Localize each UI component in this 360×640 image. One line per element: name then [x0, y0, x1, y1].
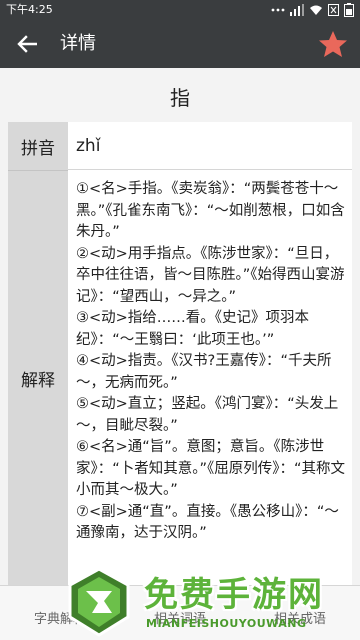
- pinyin-label: 拼音: [8, 122, 68, 171]
- definition-panel[interactable]: ①<名>手指。《卖炭翁》：“两鬓苍苍十～黑。”《孔雀东南飞》：“～如削葱根，口如…: [68, 171, 352, 585]
- page-title: 详情: [60, 33, 96, 54]
- bottom-tab-bar: 字典解释 相关词语 相关成语: [0, 585, 360, 640]
- favorite-button[interactable]: [316, 28, 350, 60]
- right-gutter: [352, 122, 360, 585]
- tab-related-idioms[interactable]: 相关成语: [240, 586, 360, 640]
- more-dots-icon: [271, 8, 285, 12]
- sim-blocked-icon: [328, 4, 339, 16]
- definition-label: 解释: [8, 171, 68, 585]
- status-time: 下午4:25: [6, 3, 53, 16]
- pinyin-value: zhǐ: [68, 122, 352, 170]
- definition-text: ①<名>手指。《卖炭翁》：“两鬓苍苍十～黑。”《孔雀东南飞》：“～如削葱根，口如…: [76, 181, 346, 541]
- status-icons: [271, 0, 354, 20]
- status-bar: 下午4:25: [0, 0, 360, 20]
- star-icon: [319, 31, 347, 57]
- signal-icon: [290, 4, 304, 16]
- battery-icon: [344, 3, 354, 17]
- wifi-icon: [310, 5, 322, 15]
- character-heading: 指: [0, 68, 360, 123]
- tab-related-words[interactable]: 相关词语: [120, 586, 240, 640]
- tab-dictionary[interactable]: 字典解释: [0, 586, 120, 640]
- screen: 下午4:25 详情 指 拼音 zhǐ 解释 ①<名>手指。《卖炭翁》：“两鬓苍苍…: [0, 0, 360, 640]
- left-gutter: [0, 122, 8, 585]
- back-button[interactable]: [10, 28, 44, 60]
- app-bar: 详情: [0, 20, 360, 68]
- arrow-left-icon: [17, 35, 37, 53]
